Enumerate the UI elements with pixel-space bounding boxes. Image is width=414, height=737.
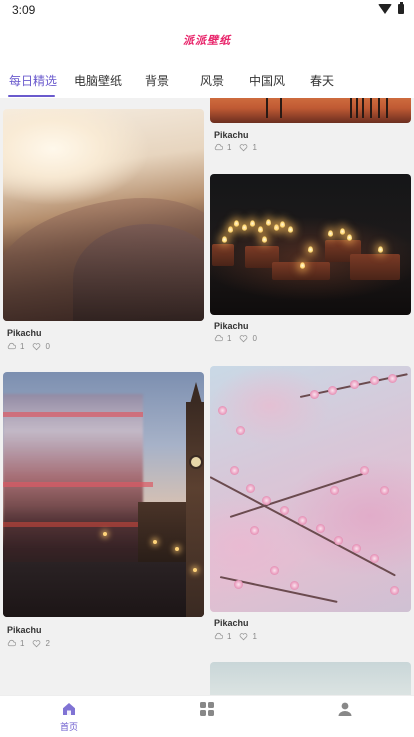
tab-background[interactable]: 背景	[145, 72, 169, 89]
tab-scenery[interactable]: 风景	[200, 72, 224, 89]
nav-category[interactable]	[138, 696, 276, 737]
wallpaper-thumbnail[interactable]	[3, 109, 204, 321]
wallpaper-thumbnail[interactable]	[3, 372, 204, 617]
wallpaper-stats: 1 0	[7, 342, 54, 351]
status-bar: 3:09	[0, 0, 414, 24]
download-count-icon	[7, 639, 16, 647]
like-count: 1	[252, 632, 257, 641]
nav-profile[interactable]	[276, 696, 414, 737]
tab-daily-picks[interactable]: 每日精选	[9, 72, 57, 89]
home-icon	[63, 703, 75, 715]
download-count: 1	[227, 143, 232, 152]
download-count: 1	[20, 342, 25, 351]
wallpaper-title: Pikachu	[214, 130, 249, 140]
wallpaper-card[interactable]: Pikachu 1 1	[210, 98, 411, 155]
download-count: 1	[227, 334, 232, 343]
like-heart-icon[interactable]	[239, 632, 248, 641]
wallpaper-stats: 1 2	[7, 639, 54, 648]
like-heart-icon[interactable]	[239, 334, 248, 343]
active-tab-indicator	[8, 95, 55, 97]
wallpaper-thumbnail[interactable]	[210, 662, 411, 695]
wallpaper-title: Pikachu	[214, 618, 249, 628]
like-count: 0	[45, 342, 50, 351]
wallpaper-feed[interactable]: Pikachu 1 1 Pikachu 1 0 Pikachu 1 0 Pika…	[0, 98, 414, 695]
like-count: 0	[252, 334, 257, 343]
tab-chinese-style[interactable]: 中国风	[249, 72, 285, 89]
wallpaper-card[interactable]: Pikachu 1 0	[3, 109, 204, 354]
app-logo: 派派壁纸	[183, 34, 231, 47]
wallpaper-thumbnail[interactable]	[210, 366, 411, 612]
download-count-icon	[214, 334, 223, 342]
download-count-icon	[7, 342, 16, 350]
download-count-icon	[214, 632, 223, 640]
nav-home[interactable]: 首页	[0, 696, 138, 737]
like-heart-icon[interactable]	[32, 639, 41, 648]
download-count: 1	[227, 632, 232, 641]
category-grid-icon	[200, 702, 214, 716]
wallpaper-stats: 1 0	[214, 334, 261, 343]
download-count-icon	[214, 143, 223, 151]
tab-spring[interactable]: 春天	[310, 72, 334, 89]
wallpaper-thumbnail[interactable]	[210, 174, 411, 315]
wifi-icon	[378, 4, 392, 14]
wallpaper-title: Pikachu	[7, 328, 42, 338]
wallpaper-stats: 1 1	[214, 143, 261, 152]
like-count: 2	[45, 639, 50, 648]
nav-home-label: 首页	[59, 723, 78, 733]
like-heart-icon[interactable]	[239, 143, 248, 152]
like-count: 1	[252, 143, 257, 152]
tab-desktop-wallpaper[interactable]: 电脑壁纸	[74, 72, 122, 89]
status-time: 3:09	[12, 3, 36, 17]
app-header: 派派壁纸	[0, 24, 414, 60]
wallpaper-card[interactable]: Pikachu 1 2	[3, 372, 204, 652]
wallpaper-title: Pikachu	[7, 625, 42, 635]
bottom-navigation: 首页	[0, 695, 414, 737]
status-icons	[378, 2, 404, 14]
like-heart-icon[interactable]	[32, 342, 41, 351]
wallpaper-card[interactable]	[210, 662, 411, 695]
wallpaper-stats: 1 1	[214, 632, 261, 641]
wallpaper-thumbnail[interactable]	[210, 98, 411, 123]
profile-icon	[338, 702, 352, 716]
battery-icon	[398, 2, 404, 14]
wallpaper-card[interactable]: Pikachu 1 1	[210, 366, 411, 646]
wallpaper-card[interactable]: Pikachu 1 0	[210, 174, 411, 346]
app-root: 3:09 派派壁纸 每日精选 电脑壁纸 背景 风景 中国风 春天 Pikachu…	[0, 0, 414, 737]
wallpaper-title: Pikachu	[214, 321, 249, 331]
category-tab-bar: 每日精选 电脑壁纸 背景 风景 中国风 春天	[0, 60, 414, 98]
download-count: 1	[20, 639, 25, 648]
